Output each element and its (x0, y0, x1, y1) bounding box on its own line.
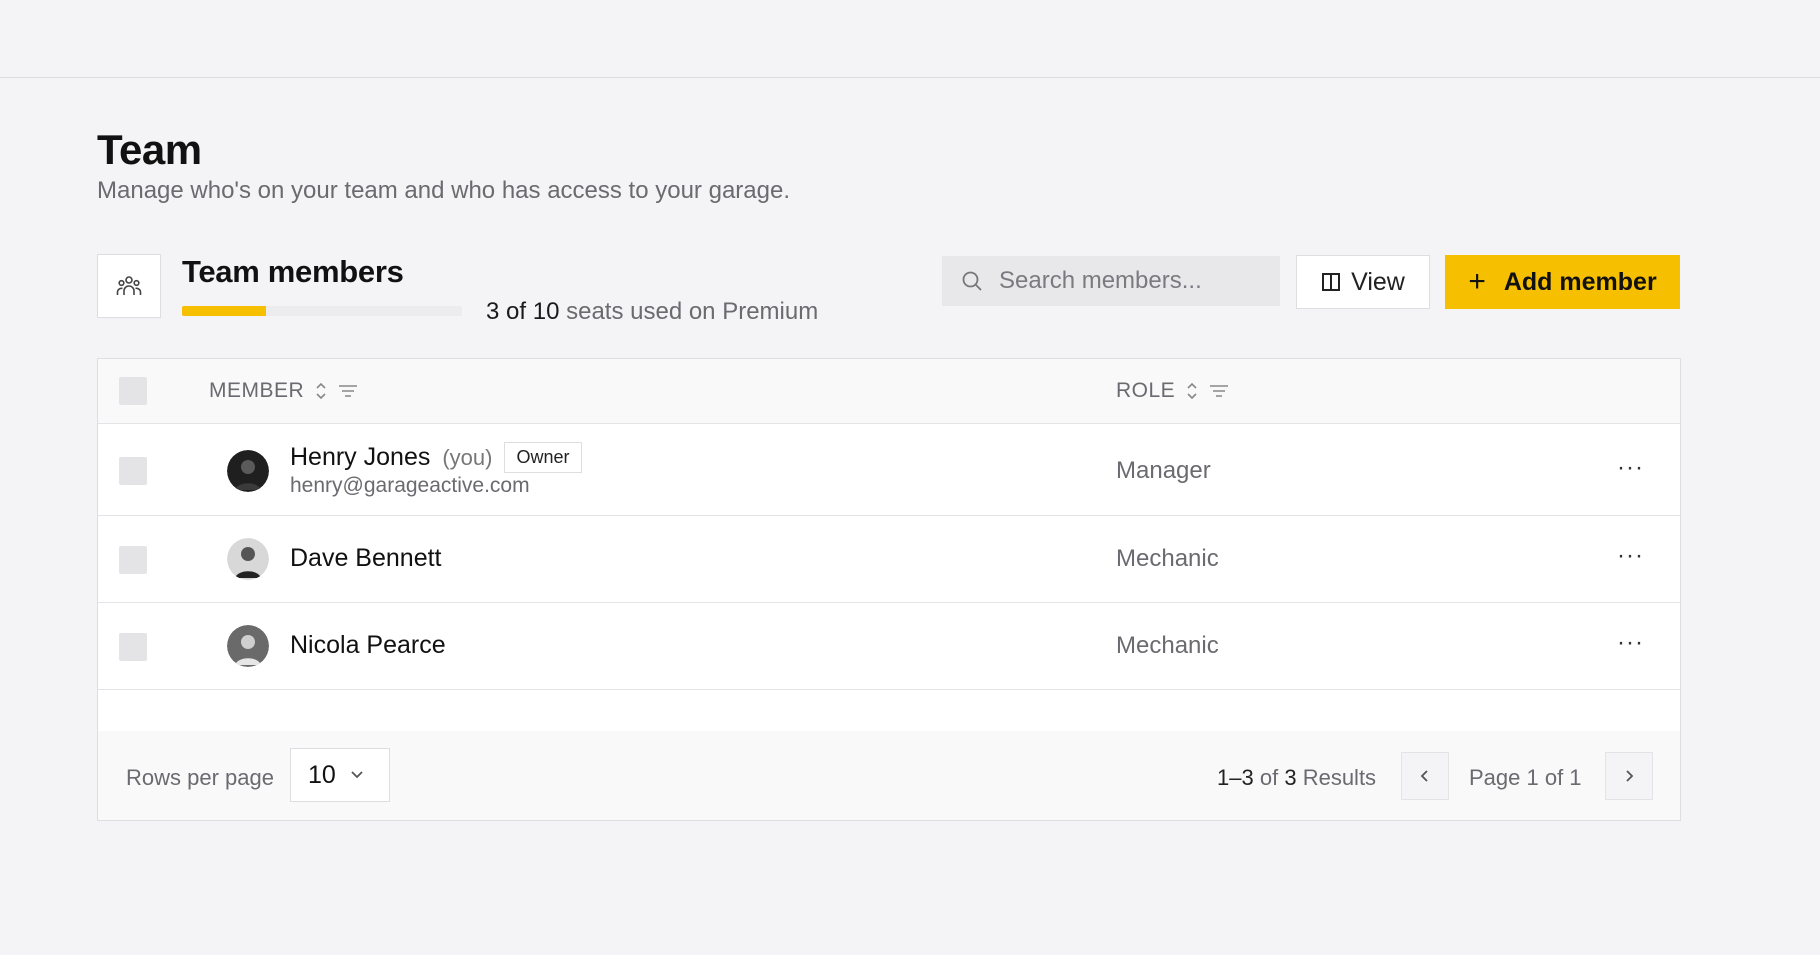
owner-badge: Owner (504, 442, 582, 473)
you-label: (you) (442, 444, 493, 470)
rows-per-page-label: Rows per page (126, 765, 274, 790)
member-name: Henry Jones (you) Owner (290, 442, 582, 473)
avatar (227, 450, 269, 492)
filter-icon[interactable] (338, 383, 358, 399)
table-row[interactable]: Dave Bennett Mechanic ··· (98, 516, 1680, 603)
member-name-text: Henry Jones (290, 443, 431, 471)
top-bar (0, 0, 1820, 78)
columns-icon (1322, 273, 1341, 291)
add-member-label: Add member (1503, 267, 1657, 296)
plus-icon: + (1468, 265, 1486, 298)
results-total: 3 (1284, 765, 1297, 790)
seats-suffix: seats used on Premium (566, 298, 819, 325)
search-input[interactable] (997, 266, 1261, 296)
member-role: Manager (1116, 457, 1211, 484)
page-title: Team (97, 126, 202, 173)
sort-icon[interactable] (1185, 381, 1199, 401)
column-member-label: MEMBER (209, 379, 305, 402)
results-range: 1–3 (1217, 765, 1254, 790)
add-member-button[interactable]: + Add member (1445, 255, 1680, 309)
table-row[interactable]: Nicola Pearce Mechanic ··· (98, 603, 1680, 690)
row-checkbox[interactable] (119, 546, 147, 574)
column-member[interactable]: MEMBER (209, 379, 358, 403)
chevron-down-icon (351, 771, 363, 779)
search-field[interactable] (942, 256, 1280, 306)
more-actions-icon[interactable]: ··· (1617, 542, 1644, 570)
seat-usage-bar (182, 306, 462, 316)
seats-total: 10 (532, 298, 560, 325)
table-header: MEMBER ROLE (98, 359, 1680, 424)
member-name: Dave Bennett (290, 544, 442, 573)
rows-per-page-value: 10 (308, 760, 336, 789)
results-count: 1–3 of 3 Results (1217, 765, 1376, 791)
results-word: Results (1302, 765, 1377, 790)
member-name-text: Nicola Pearce (290, 631, 446, 659)
results-of: of (1259, 765, 1279, 790)
column-role-label: ROLE (1116, 379, 1176, 402)
next-page-button[interactable] (1605, 752, 1653, 800)
page-indicator: Page 1 of 1 (1469, 765, 1582, 790)
page-subtitle: Manage who's on your team and who has ac… (97, 177, 790, 204)
view-button-label: View (1351, 267, 1405, 296)
seat-usage-text: 3 of 10 seats used on Premium (486, 298, 819, 325)
seat-usage-fill (182, 306, 266, 316)
view-button[interactable]: View (1296, 255, 1430, 309)
column-role[interactable]: ROLE (1116, 379, 1229, 403)
avatar (227, 538, 269, 580)
row-checkbox[interactable] (119, 457, 147, 485)
member-role: Mechanic (1116, 545, 1219, 572)
filter-icon[interactable] (1209, 383, 1229, 399)
seats-used: 3 (486, 298, 500, 325)
member-name-text: Dave Bennett (290, 544, 442, 572)
select-all-checkbox[interactable] (119, 377, 147, 405)
more-actions-icon[interactable]: ··· (1617, 454, 1644, 482)
member-email: henry@garageactive.com (290, 474, 530, 497)
table-row[interactable]: Henry Jones (you) Owner henry@garageacti… (98, 424, 1680, 516)
rows-per-page-select[interactable]: 10 (290, 748, 390, 802)
member-role: Mechanic (1116, 632, 1219, 659)
table-footer: Rows per page 10 1–3 of 3 Results Page 1… (98, 731, 1680, 820)
member-name: Nicola Pearce (290, 631, 446, 660)
team-icon (97, 254, 161, 318)
chevron-right-icon (1626, 770, 1634, 782)
members-header: Team members 3 of 10 seats used on Premi… (97, 254, 1681, 344)
prev-page-button[interactable] (1401, 752, 1449, 800)
sort-icon[interactable] (314, 381, 328, 401)
chevron-left-icon (1420, 770, 1428, 782)
section-title: Team members (182, 254, 404, 289)
more-actions-icon[interactable]: ··· (1617, 629, 1644, 657)
row-checkbox[interactable] (119, 633, 147, 661)
members-table: MEMBER ROLE Henry Jones (you) Owner henr… (97, 358, 1681, 821)
avatar (227, 625, 269, 667)
search-icon (962, 271, 982, 291)
